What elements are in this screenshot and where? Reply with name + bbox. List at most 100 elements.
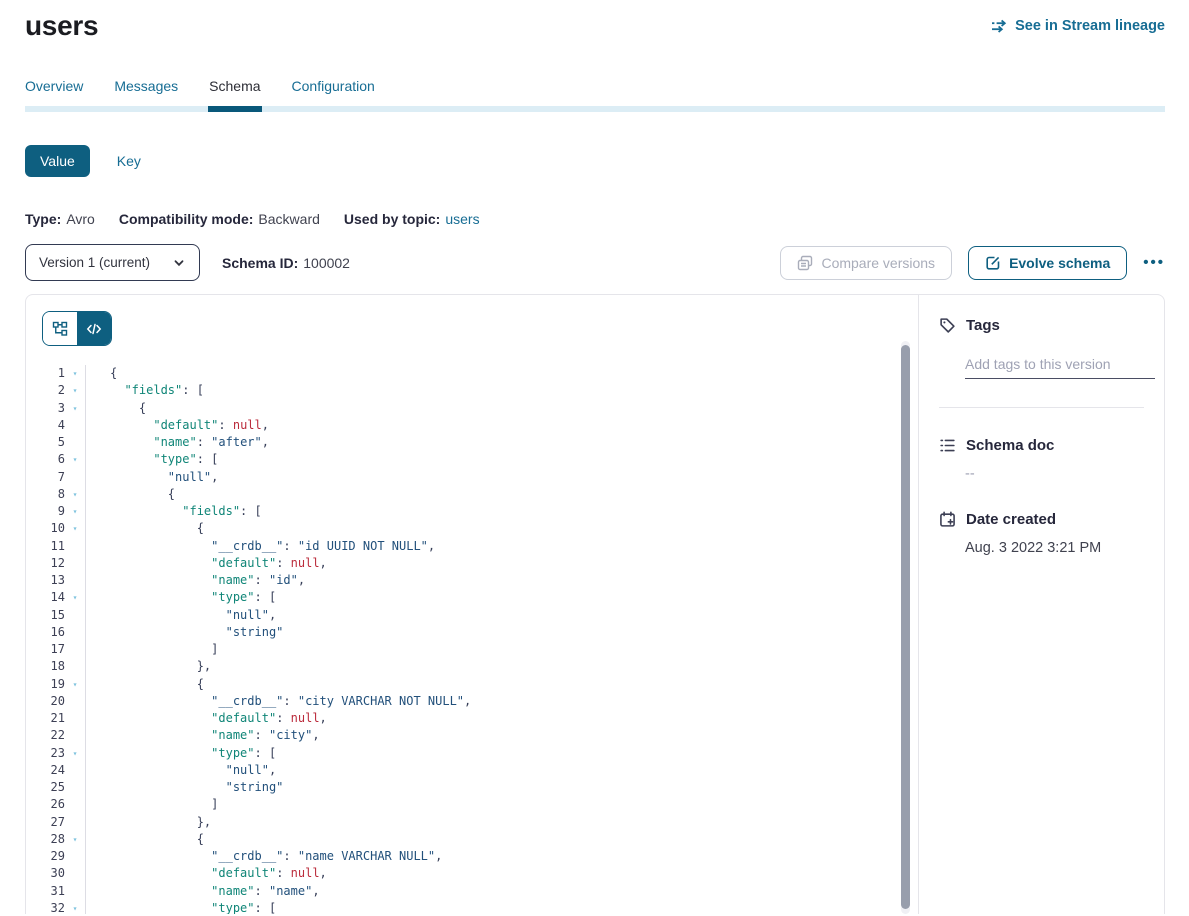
fold-spacer	[65, 848, 85, 865]
code-line[interactable]: 28▾ {	[26, 831, 918, 848]
fold-spacer	[65, 865, 85, 882]
evolve-schema-icon	[985, 255, 1001, 271]
list-icon	[939, 437, 956, 454]
fold-spacer	[65, 607, 85, 624]
code-line[interactable]: 11 "__crdb__": "id UUID NOT NULL",	[26, 538, 918, 555]
fold-toggle-icon[interactable]: ▾	[65, 486, 85, 503]
compare-versions-button[interactable]: Compare versions	[780, 246, 952, 280]
fold-spacer	[65, 555, 85, 572]
fold-toggle-icon[interactable]: ▾	[65, 589, 85, 606]
page-title: users	[25, 10, 98, 42]
version-bar: Version 1 (current) Schema ID:100002 Com…	[25, 244, 1165, 281]
more-actions-menu[interactable]: •••	[1143, 255, 1165, 270]
stream-lineage-link[interactable]: See in Stream lineage	[991, 18, 1165, 34]
tags-section: Tags	[939, 317, 1144, 408]
code-lines[interactable]: 1▾{2▾ "fields": [3▾ {4 "default": null,5…	[26, 365, 918, 914]
fold-spacer	[65, 727, 85, 744]
fold-spacer	[65, 796, 85, 813]
fold-toggle-icon[interactable]: ▾	[65, 382, 85, 399]
code-line[interactable]: 17 ]	[26, 641, 918, 658]
fold-spacer	[65, 538, 85, 555]
code-line[interactable]: 24 "null",	[26, 762, 918, 779]
evolve-schema-button[interactable]: Evolve schema	[968, 246, 1127, 280]
fold-toggle-icon[interactable]: ▾	[65, 520, 85, 537]
stream-lineage-icon	[991, 19, 1008, 33]
tab-overview[interactable]: Overview	[25, 78, 83, 106]
code-line[interactable]: 12 "default": null,	[26, 555, 918, 572]
code-line[interactable]: 6▾ "type": [	[26, 451, 918, 468]
code-line[interactable]: 16 "string"	[26, 624, 918, 641]
date-created-value: Aug. 3 2022 3:21 PM	[965, 540, 1144, 556]
fold-toggle-icon[interactable]: ▾	[65, 900, 85, 914]
used-by-topic: Used by topic:users	[344, 211, 480, 227]
code-view-button[interactable]	[77, 312, 111, 345]
code-line[interactable]: 5 "name": "after",	[26, 434, 918, 451]
fold-toggle-icon[interactable]: ▾	[65, 400, 85, 417]
code-line[interactable]: 23▾ "type": [	[26, 745, 918, 762]
schema-type: Type:Avro	[25, 211, 95, 227]
code-line[interactable]: 26 ]	[26, 796, 918, 813]
code-line[interactable]: 13 "name": "id",	[26, 572, 918, 589]
code-line[interactable]: 18 },	[26, 658, 918, 675]
code-line[interactable]: 29 "__crdb__": "name VARCHAR NULL",	[26, 848, 918, 865]
fold-toggle-icon[interactable]: ▾	[65, 503, 85, 520]
code-line[interactable]: 1▾{	[26, 365, 918, 382]
schema-doc-section: Schema doc --	[939, 437, 1144, 482]
date-created-section: Date created Aug. 3 2022 3:21 PM	[939, 511, 1144, 556]
date-created-title: Date created	[966, 511, 1056, 528]
calendar-plus-icon	[939, 511, 956, 528]
fold-spacer	[65, 710, 85, 727]
code-line[interactable]: 19▾ {	[26, 676, 918, 693]
code-line[interactable]: 32▾ "type": [	[26, 900, 918, 914]
tab-bar: Overview Messages Schema Configuration	[25, 78, 1165, 112]
code-line[interactable]: 21 "default": null,	[26, 710, 918, 727]
editor-scrollbar-thumb[interactable]	[901, 345, 910, 909]
code-line[interactable]: 27 },	[26, 814, 918, 831]
compatibility-mode: Compatibility mode:Backward	[119, 211, 320, 227]
schema-panel: 1▾{2▾ "fields": [3▾ {4 "default": null,5…	[25, 294, 1165, 914]
schema-id: Schema ID:100002	[222, 255, 350, 271]
version-select[interactable]: Version 1 (current)	[25, 244, 200, 281]
code-line[interactable]: 30 "default": null,	[26, 865, 918, 882]
code-line[interactable]: 25 "string"	[26, 779, 918, 796]
code-line[interactable]: 31 "name": "name",	[26, 883, 918, 900]
value-key-toggle: Value Key	[25, 145, 1165, 177]
code-line[interactable]: 20 "__crdb__": "city VARCHAR NOT NULL",	[26, 693, 918, 710]
tags-title: Tags	[966, 317, 1000, 334]
fold-spacer	[65, 658, 85, 675]
code-line[interactable]: 8▾ {	[26, 486, 918, 503]
code-line[interactable]: 14▾ "type": [	[26, 589, 918, 606]
fold-toggle-icon[interactable]: ▾	[65, 676, 85, 693]
fold-toggle-icon[interactable]: ▾	[65, 831, 85, 848]
sidebar-divider	[939, 407, 1144, 408]
schema-editor: 1▾{2▾ "fields": [3▾ {4 "default": null,5…	[26, 295, 919, 914]
code-line[interactable]: 3▾ {	[26, 400, 918, 417]
tab-schema[interactable]: Schema	[209, 78, 260, 106]
tree-view-button[interactable]	[43, 312, 77, 345]
tab-messages[interactable]: Messages	[114, 78, 178, 106]
code-view-icon	[86, 321, 102, 337]
tags-input[interactable]	[965, 354, 1155, 379]
details-sidebar: Tags Schema doc --	[919, 295, 1164, 914]
code-line[interactable]: 9▾ "fields": [	[26, 503, 918, 520]
code-line[interactable]: 7 "null",	[26, 469, 918, 486]
value-toggle-button[interactable]: Value	[25, 145, 90, 177]
editor-view-toggle	[42, 311, 112, 346]
page-header: users See in Stream lineage	[25, 10, 1165, 42]
topic-link[interactable]: users	[445, 211, 479, 227]
code-line[interactable]: 15 "null",	[26, 607, 918, 624]
code-line[interactable]: 4 "default": null,	[26, 417, 918, 434]
code-line[interactable]: 2▾ "fields": [	[26, 382, 918, 399]
code-line[interactable]: 10▾ {	[26, 520, 918, 537]
fold-toggle-icon[interactable]: ▾	[65, 745, 85, 762]
fold-spacer	[65, 779, 85, 796]
fold-spacer	[65, 469, 85, 486]
fold-toggle-icon[interactable]: ▾	[65, 451, 85, 468]
code-line[interactable]: 22 "name": "city",	[26, 727, 918, 744]
fold-spacer	[65, 434, 85, 451]
tab-configuration[interactable]: Configuration	[292, 78, 375, 106]
fold-toggle-icon[interactable]: ▾	[65, 365, 85, 382]
tree-view-icon	[52, 321, 68, 337]
fold-spacer	[65, 693, 85, 710]
key-toggle-button[interactable]: Key	[117, 153, 141, 169]
